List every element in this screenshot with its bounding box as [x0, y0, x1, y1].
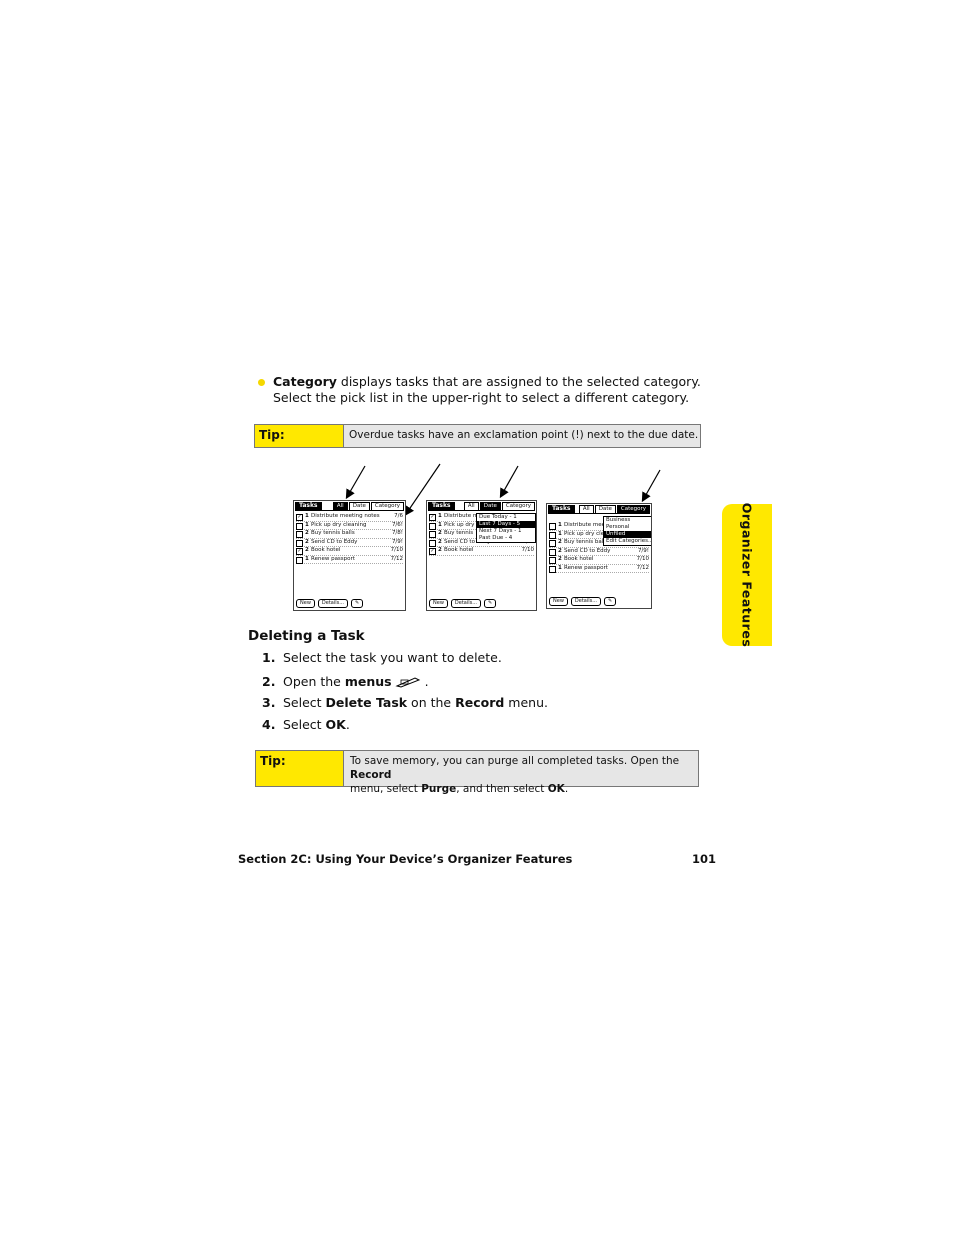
arrow-category-2: [641, 469, 661, 503]
screenshot-category-tasks: Tasks All Date Category 1 Distribute mee …: [546, 503, 652, 609]
popup-item: Personal: [606, 524, 630, 530]
tab-all: All: [578, 505, 594, 513]
step-number: 2.: [262, 674, 276, 689]
screen-title: Tasks: [548, 505, 575, 513]
details-button: Details...: [570, 597, 602, 606]
details-button: Details...: [450, 599, 482, 608]
tip-label: Tip:: [256, 751, 344, 786]
step-text: Select the task you want to delete.: [283, 650, 502, 665]
popup-item: Due Today - 1: [479, 514, 517, 520]
tip-box-2: Tip: To save memory, you can purge all c…: [255, 750, 699, 795]
step-text: Select Delete Task on the Record menu.: [283, 695, 548, 710]
footer-section: Section 2C: Using Your Device’s Organize…: [238, 852, 573, 866]
tab-category: Category: [370, 502, 404, 510]
task-row: ✓ 2 Book hotel 7/10: [429, 547, 534, 556]
popup-item: Past Due - 4: [479, 535, 513, 541]
popup-item: Business: [606, 517, 631, 523]
details-button: Details...: [317, 599, 349, 608]
tab-category: Category: [616, 505, 650, 513]
task-row: 2Send CD to Eddy7/9!: [549, 548, 649, 556]
screenshot-date-tasks: Tasks All Date Category ✓ 1 Distribute m 1…: [426, 500, 537, 611]
note-icon: ✎: [604, 597, 617, 606]
note-icon: ✎: [484, 599, 497, 608]
tab-all: All: [332, 502, 348, 510]
popup-item-selected: Last 7 Days - 5: [477, 521, 535, 528]
new-button: New: [429, 599, 448, 608]
arrow-all: [345, 465, 366, 500]
screenshot-all-tasks: Tasks All Date Category ✓ 1 Distribute mee…: [293, 500, 406, 611]
task-row: 2 Buy tennis balls 7/8!: [296, 530, 403, 539]
date-popup-list: Due Today - 1 Last 7 Days - 5 Next 7 Day…: [476, 513, 536, 543]
step-number: 1.: [262, 650, 276, 665]
tab-all: All: [463, 502, 479, 510]
tab-date: Date: [594, 505, 616, 513]
task-row: 1 Pick up dry cleaning 7/6!: [296, 522, 403, 530]
screen-title: Tasks: [295, 502, 322, 510]
section-side-tab: Organizer Features: [722, 502, 772, 648]
tab-category: Category: [501, 502, 535, 510]
menus-icon: [395, 677, 420, 688]
popup-item: Edit Categories...: [606, 538, 652, 544]
task-row: 2 Book hotel 7/10: [549, 556, 649, 565]
arrow-date: [499, 465, 519, 499]
task-row: 1 Renew passport 7/12: [296, 556, 403, 564]
task-row: ✓ 1 Distribute meeting notes 7/6: [296, 513, 403, 522]
step-text: Select OK.: [283, 717, 350, 732]
step-number: 3.: [262, 695, 276, 710]
note-icon: ✎: [351, 599, 364, 608]
new-button: New: [296, 599, 315, 608]
new-button: New: [549, 597, 568, 606]
popup-item-selected: Unfiled: [604, 531, 651, 538]
tip-text: To save memory, you can purge all comple…: [350, 755, 680, 795]
section-heading: Deleting a Task: [248, 628, 365, 644]
category-popup-list: Business Personal Unfiled Edit Categorie…: [603, 516, 652, 546]
task-row: ✓ 2 Book hotel 7/10: [296, 547, 403, 556]
page-number: 101: [692, 852, 717, 866]
step-text: Open the menus .: [283, 674, 429, 689]
task-row: 1 Renew passport 7/12: [549, 565, 649, 573]
side-tab-label: Organizer Features: [739, 502, 755, 648]
task-row: 2Send CD to Eddy7/9!: [296, 539, 403, 547]
tab-date: Date: [479, 502, 501, 510]
screen-title: Tasks: [428, 502, 455, 510]
popup-item: Next 7 Days - 1: [479, 528, 522, 534]
tab-date: Date: [348, 502, 370, 510]
step-number: 4.: [262, 717, 276, 732]
